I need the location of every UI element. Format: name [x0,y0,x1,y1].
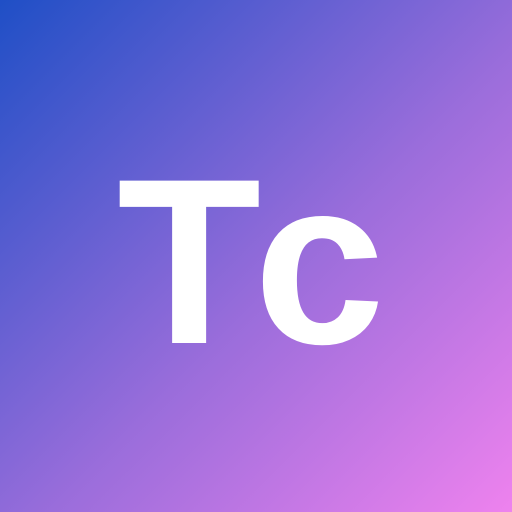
avatar-tile: Tc [0,0,512,512]
avatar-initials: Tc [117,130,395,394]
